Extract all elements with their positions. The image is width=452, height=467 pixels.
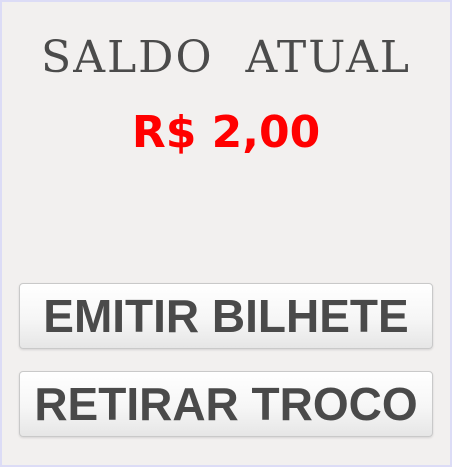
emit-ticket-label: EMITIR BILHETE <box>43 290 409 342</box>
balance-title: SALDO ATUAL <box>41 32 411 83</box>
balance-amount: R$ 2,00 <box>131 107 321 158</box>
withdraw-change-label: RETIRAR TROCO <box>34 378 418 430</box>
balance-panel: SALDO ATUAL R$ 2,00 EMITIR BILHETE RETIR… <box>0 0 452 467</box>
withdraw-change-button[interactable]: RETIRAR TROCO <box>19 371 433 437</box>
emit-ticket-button[interactable]: EMITIR BILHETE <box>19 283 433 349</box>
